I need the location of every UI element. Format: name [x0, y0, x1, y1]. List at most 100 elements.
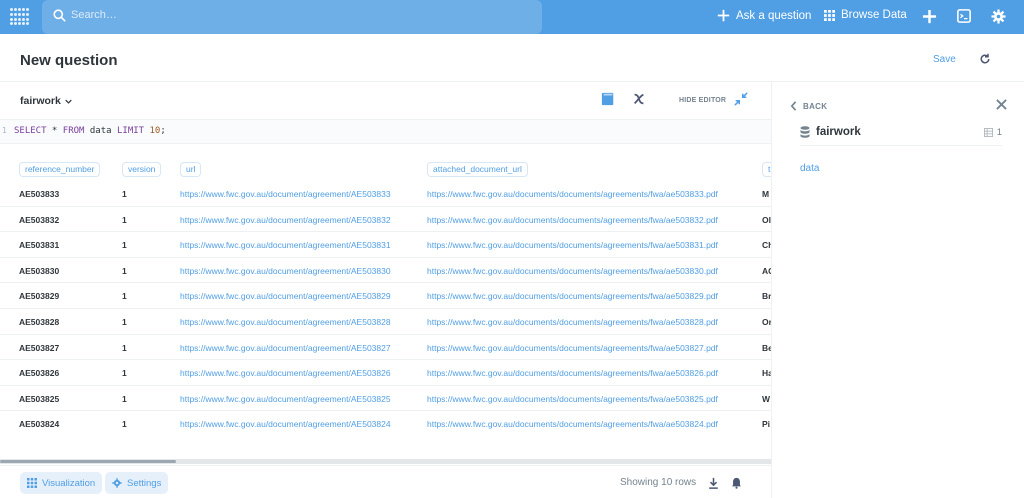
cell-reference-number: AE503833 [19, 189, 60, 199]
cell-t: W [762, 393, 771, 404]
table-grid-icon [27, 478, 37, 488]
cell-reference-number: AE503831 [19, 240, 60, 251]
column-header[interactable]: attached_document_url [427, 162, 528, 177]
cell-t: Ol [762, 214, 771, 225]
variable-x-icon[interactable] [632, 92, 646, 106]
chevron-left-icon [790, 101, 797, 111]
results-table: reference_number version url attached_do… [0, 144, 771, 464]
cell-url[interactable]: https://www.fwc.gov.au/document/agreemen… [180, 317, 391, 327]
sql-token: data [84, 126, 117, 136]
visualization-label: Visualization [42, 477, 96, 489]
database-row: fairwork 1 [800, 126, 1002, 146]
cell-url[interactable]: https://www.fwc.gov.au/document/agreemen… [180, 419, 391, 429]
refresh-icon[interactable] [979, 53, 991, 65]
close-icon[interactable] [996, 99, 1007, 110]
cell-attached-document-url[interactable]: https://www.fwc.gov.au/documents/documen… [427, 266, 718, 276]
metabase-logo-icon[interactable] [10, 8, 29, 26]
book-icon[interactable] [601, 92, 615, 106]
cell-attached-document-url[interactable]: https://www.fwc.gov.au/documents/documen… [427, 291, 718, 301]
column-header[interactable]: t [762, 162, 771, 177]
table-row: AE503832 1 https://www.fwc.gov.au/docume… [0, 207, 771, 233]
table-row: AE503829 1 https://www.fwc.gov.au/docume… [0, 283, 771, 309]
table-row: AE503827 1 https://www.fwc.gov.au/docume… [0, 335, 771, 361]
database-name: fairwork [800, 126, 861, 138]
cell-url[interactable]: https://www.fwc.gov.au/document/agreemen… [180, 215, 391, 225]
gear-icon[interactable] [991, 9, 1006, 24]
cell-url[interactable]: https://www.fwc.gov.au/document/agreemen… [180, 189, 391, 199]
sql-editor[interactable]: 1 SELECT * FROM data LIMIT 10; [0, 120, 771, 144]
cell-attached-document-url[interactable]: https://www.fwc.gov.au/documents/documen… [427, 317, 718, 327]
settings-button[interactable]: Settings [105, 472, 169, 494]
table-icon [983, 128, 993, 137]
cell-version: 1 [122, 342, 127, 353]
cell-t: Pi [762, 419, 771, 430]
cell-reference-number: AE503825 [19, 393, 60, 404]
data-reference-sidebar: BACK fairwork 1 data [771, 82, 1024, 498]
cell-version: 1 [122, 393, 127, 404]
cell-url[interactable]: https://www.fwc.gov.au/document/agreemen… [180, 394, 391, 404]
ask-question-button[interactable]: Ask a question [717, 9, 811, 22]
cell-attached-document-url[interactable]: https://www.fwc.gov.au/documents/documen… [427, 368, 718, 378]
scrollbar-thumb[interactable] [0, 460, 176, 463]
table-count: 1 [983, 127, 1002, 138]
line-number: 1 [2, 126, 7, 135]
cell-attached-document-url[interactable]: https://www.fwc.gov.au/documents/documen… [427, 419, 718, 429]
column-header[interactable]: version [122, 162, 162, 177]
database-selector-label: fairwork [20, 95, 61, 107]
cell-attached-document-url[interactable]: https://www.fwc.gov.au/documents/documen… [427, 189, 718, 199]
cell-reference-number: AE503830 [19, 265, 60, 276]
cell-version: 1 [122, 368, 127, 379]
ask-question-label: Ask a question [736, 9, 812, 22]
table-row: AE503828 1 https://www.fwc.gov.au/docume… [0, 309, 771, 335]
sql-keyword: LIMIT [116, 126, 145, 136]
top-navbar: Search… Ask a question Browse Data [0, 0, 1024, 34]
hide-editor-button[interactable]: HIDE EDITOR [679, 97, 726, 104]
sql-editor-icon[interactable] [957, 9, 971, 23]
cell-version: 1 [122, 265, 127, 276]
cell-attached-document-url[interactable]: https://www.fwc.gov.au/documents/documen… [427, 343, 718, 353]
database-icon [800, 126, 810, 138]
row-count-label: Showing 10 rows [620, 477, 697, 488]
visualization-button[interactable]: Visualization [20, 472, 103, 494]
cell-reference-number: AE503828 [19, 317, 60, 327]
cell-url[interactable]: https://www.fwc.gov.au/document/agreemen… [180, 266, 391, 276]
sql-token: * [46, 126, 63, 136]
search-placeholder: Search… [71, 9, 117, 21]
search-icon [53, 9, 66, 22]
horizontal-scrollbar[interactable] [0, 459, 771, 464]
plus-icon [717, 9, 730, 22]
column-header[interactable]: reference_number [19, 162, 101, 177]
sidebar-table-link[interactable]: data [800, 163, 819, 174]
cell-attached-document-url[interactable]: https://www.fwc.gov.au/documents/documen… [427, 394, 718, 404]
gear-icon [112, 478, 122, 488]
download-icon[interactable] [708, 477, 719, 489]
cell-t: Or [762, 317, 771, 327]
sql-query-text[interactable]: SELECT * FROM data LIMIT 10; [14, 126, 166, 136]
save-button[interactable]: Save [933, 54, 956, 65]
contract-icon[interactable] [734, 92, 748, 106]
browse-data-button[interactable]: Browse Data [824, 9, 907, 21]
cell-attached-document-url[interactable]: https://www.fwc.gov.au/documents/documen… [427, 240, 718, 250]
cell-attached-document-url[interactable]: https://www.fwc.gov.au/documents/documen… [427, 215, 718, 225]
database-selector[interactable]: fairwork [20, 95, 72, 107]
grid-icon [824, 9, 835, 21]
cell-t: Ch [762, 240, 771, 251]
cell-url[interactable]: https://www.fwc.gov.au/document/agreemen… [180, 291, 391, 301]
bell-icon[interactable] [731, 477, 742, 489]
cell-t: M [762, 189, 770, 199]
table-row: AE503830 1 https://www.fwc.gov.au/docume… [0, 258, 771, 284]
table-row: AE503825 1 https://www.fwc.gov.au/docume… [0, 386, 771, 412]
table-row: AE503826 1 https://www.fwc.gov.au/docume… [0, 360, 771, 386]
column-header[interactable]: url [180, 162, 202, 177]
search-bar[interactable]: Search… [42, 0, 542, 34]
back-button[interactable]: BACK [790, 101, 827, 111]
cell-t: Be [762, 342, 771, 353]
page-title: New question [20, 52, 118, 69]
new-plus-icon[interactable] [922, 9, 937, 24]
cell-version: 1 [122, 240, 127, 251]
cell-reference-number: AE503832 [19, 214, 60, 225]
cell-url[interactable]: https://www.fwc.gov.au/document/agreemen… [180, 343, 391, 353]
results-footer: Visualization Settings Showing 10 rows [0, 465, 771, 498]
cell-url[interactable]: https://www.fwc.gov.au/document/agreemen… [180, 240, 391, 250]
cell-url[interactable]: https://www.fwc.gov.au/document/agreemen… [180, 368, 391, 378]
